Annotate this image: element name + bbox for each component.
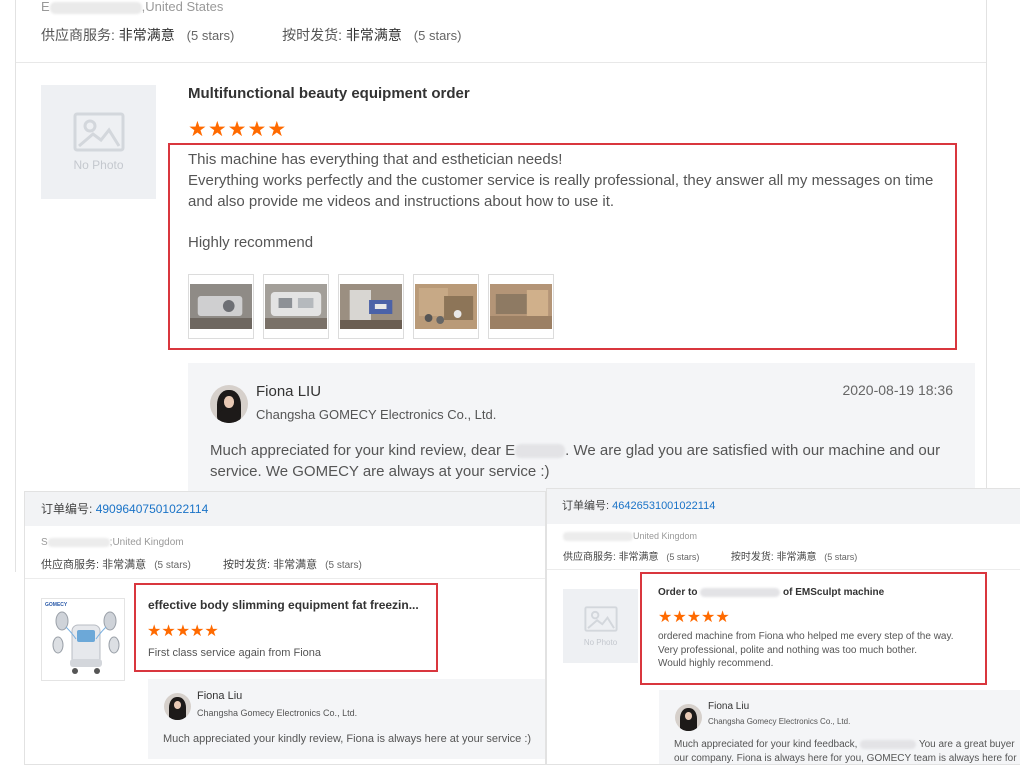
buyer-location: S ;United Kingdom: [41, 537, 184, 548]
seller-company: Changsha GOMECY Electronics Co., Ltd.: [256, 407, 497, 422]
seller-company: Changsha Gomecy Electronics Co., Ltd.: [708, 717, 851, 726]
divider: [25, 578, 545, 579]
order-number-link[interactable]: 49096407501022114: [96, 502, 209, 516]
reply-text-part: Much appreciated for your kind feedback,: [674, 739, 858, 750]
ontime-delivery-stars: (5 stars): [325, 560, 362, 571]
redacted-name: [563, 532, 633, 542]
order-header: 订单编号: 46426531001022114: [547, 489, 1020, 524]
ontime-delivery-stars: (5 stars): [824, 552, 858, 562]
star-icon: ★: [188, 117, 207, 141]
product-image[interactable]: GOMECY: [41, 598, 125, 681]
seller-name: Fiona Liu: [708, 701, 750, 712]
supplier-service-stars: (5 stars): [666, 552, 700, 562]
redacted-name: [860, 739, 917, 749]
image-placeholder-icon: [73, 112, 124, 152]
reply-text-part: our company. Fiona is always here for yo…: [674, 753, 1017, 764]
star-icon: ★: [207, 117, 227, 141]
seller-reply: Fiona Liu Changsha Gomecy Electronics Co…: [148, 679, 545, 759]
supplier-service-stars: (5 stars): [186, 28, 235, 43]
seller-name: Fiona LIU: [256, 383, 322, 400]
order-number-link[interactable]: 46426531001022114: [612, 500, 715, 512]
location-country: United Kingdom: [633, 531, 698, 541]
product-title[interactable]: Multifunctional beauty equipment order: [188, 85, 470, 102]
ontime-delivery-value: 非常满意: [345, 27, 402, 43]
no-photo-label: No Photo: [73, 158, 124, 172]
brand-logo: GOMECY: [45, 602, 68, 608]
redacted-name: [515, 444, 566, 459]
image-placeholder-icon: [583, 605, 618, 632]
ontime-delivery-label: 按时发货:: [282, 27, 343, 43]
supplier-service-value: 非常满意: [118, 27, 175, 43]
divider: [16, 62, 986, 63]
seller-name: Fiona Liu: [197, 690, 243, 702]
location-prefix: S: [41, 537, 48, 548]
supplier-service-value: 非常满意: [102, 559, 147, 571]
no-photo-label: No Photo: [583, 637, 618, 647]
seller-avatar: [675, 704, 702, 731]
seller-company: Changsha Gomecy Electronics Co., Ltd.: [197, 708, 358, 718]
order-number-label: 订单编号:: [562, 500, 610, 512]
reply-text: Much appreciated for your kind review, d…: [210, 440, 950, 482]
order-header: 订单编号: 49096407501022114: [25, 492, 545, 526]
ontime-delivery-stars: (5 stars): [413, 28, 462, 43]
star-icon: ★: [267, 117, 287, 141]
order-number-label: 订单编号:: [41, 502, 93, 516]
supplier-service-value: 非常满意: [618, 552, 659, 563]
supplier-service-label: 供应商服务:: [41, 27, 115, 43]
location-prefix: E: [41, 0, 50, 14]
ontime-delivery-label: 按时发货:: [222, 559, 271, 571]
reply-text: Much appreciated your kindly review, Fio…: [163, 733, 532, 745]
location-country: ,United States: [141, 0, 224, 14]
reply-text-part: Much appreciated for your kind review, d…: [210, 442, 516, 459]
highlight-box: [134, 583, 438, 672]
reply-text: Much appreciated for your kind feedback,…: [674, 738, 1017, 764]
product-no-photo: No Photo: [41, 85, 156, 199]
divider: [547, 569, 1020, 570]
star-icon: ★: [227, 117, 247, 141]
star-icon: ★: [247, 117, 267, 141]
seller-reply: Fiona LIU Changsha GOMECY Electronics Co…: [188, 363, 975, 493]
redacted-name: [47, 537, 110, 547]
seller-avatar: [164, 693, 191, 720]
supplier-service-label: 供应商服务:: [563, 552, 616, 563]
supplier-service-label: 供应商服务:: [41, 559, 100, 571]
redacted-name: [49, 1, 142, 14]
reply-text-part: You are a great buyer: [918, 739, 1015, 750]
slimming-machine-image: [52, 611, 120, 674]
location-country: ;United Kingdom: [109, 537, 184, 548]
service-ratings: 供应商服务: 非常满意 (5 stars) 按时发货: 非常满意 (5 star…: [41, 25, 461, 45]
service-ratings: 供应商服务: 非常满意 (5 stars) 按时发货: 非常满意 (5 star…: [563, 548, 857, 563]
ontime-delivery-value: 非常满意: [776, 552, 817, 563]
highlight-box: [168, 143, 957, 350]
service-ratings: 供应商服务: 非常满意 (5 stars) 按时发货: 非常满意 (5 star…: [41, 556, 362, 572]
star-rating: ★★★★★: [188, 117, 287, 141]
seller-reply: Fiona Liu Changsha Gomecy Electronics Co…: [659, 690, 1020, 764]
product-no-photo: No Photo: [563, 589, 638, 663]
ontime-delivery-label: 按时发货:: [730, 552, 774, 563]
seller-avatar: [210, 385, 248, 423]
buyer-location: United Kingdom: [563, 531, 698, 542]
supplier-service-stars: (5 stars): [154, 560, 191, 571]
buyer-location: E ,United States: [41, 0, 223, 14]
highlight-box: [640, 572, 987, 685]
ontime-delivery-value: 非常满意: [273, 559, 318, 571]
reply-date: 2020-08-19 18:36: [842, 382, 953, 398]
